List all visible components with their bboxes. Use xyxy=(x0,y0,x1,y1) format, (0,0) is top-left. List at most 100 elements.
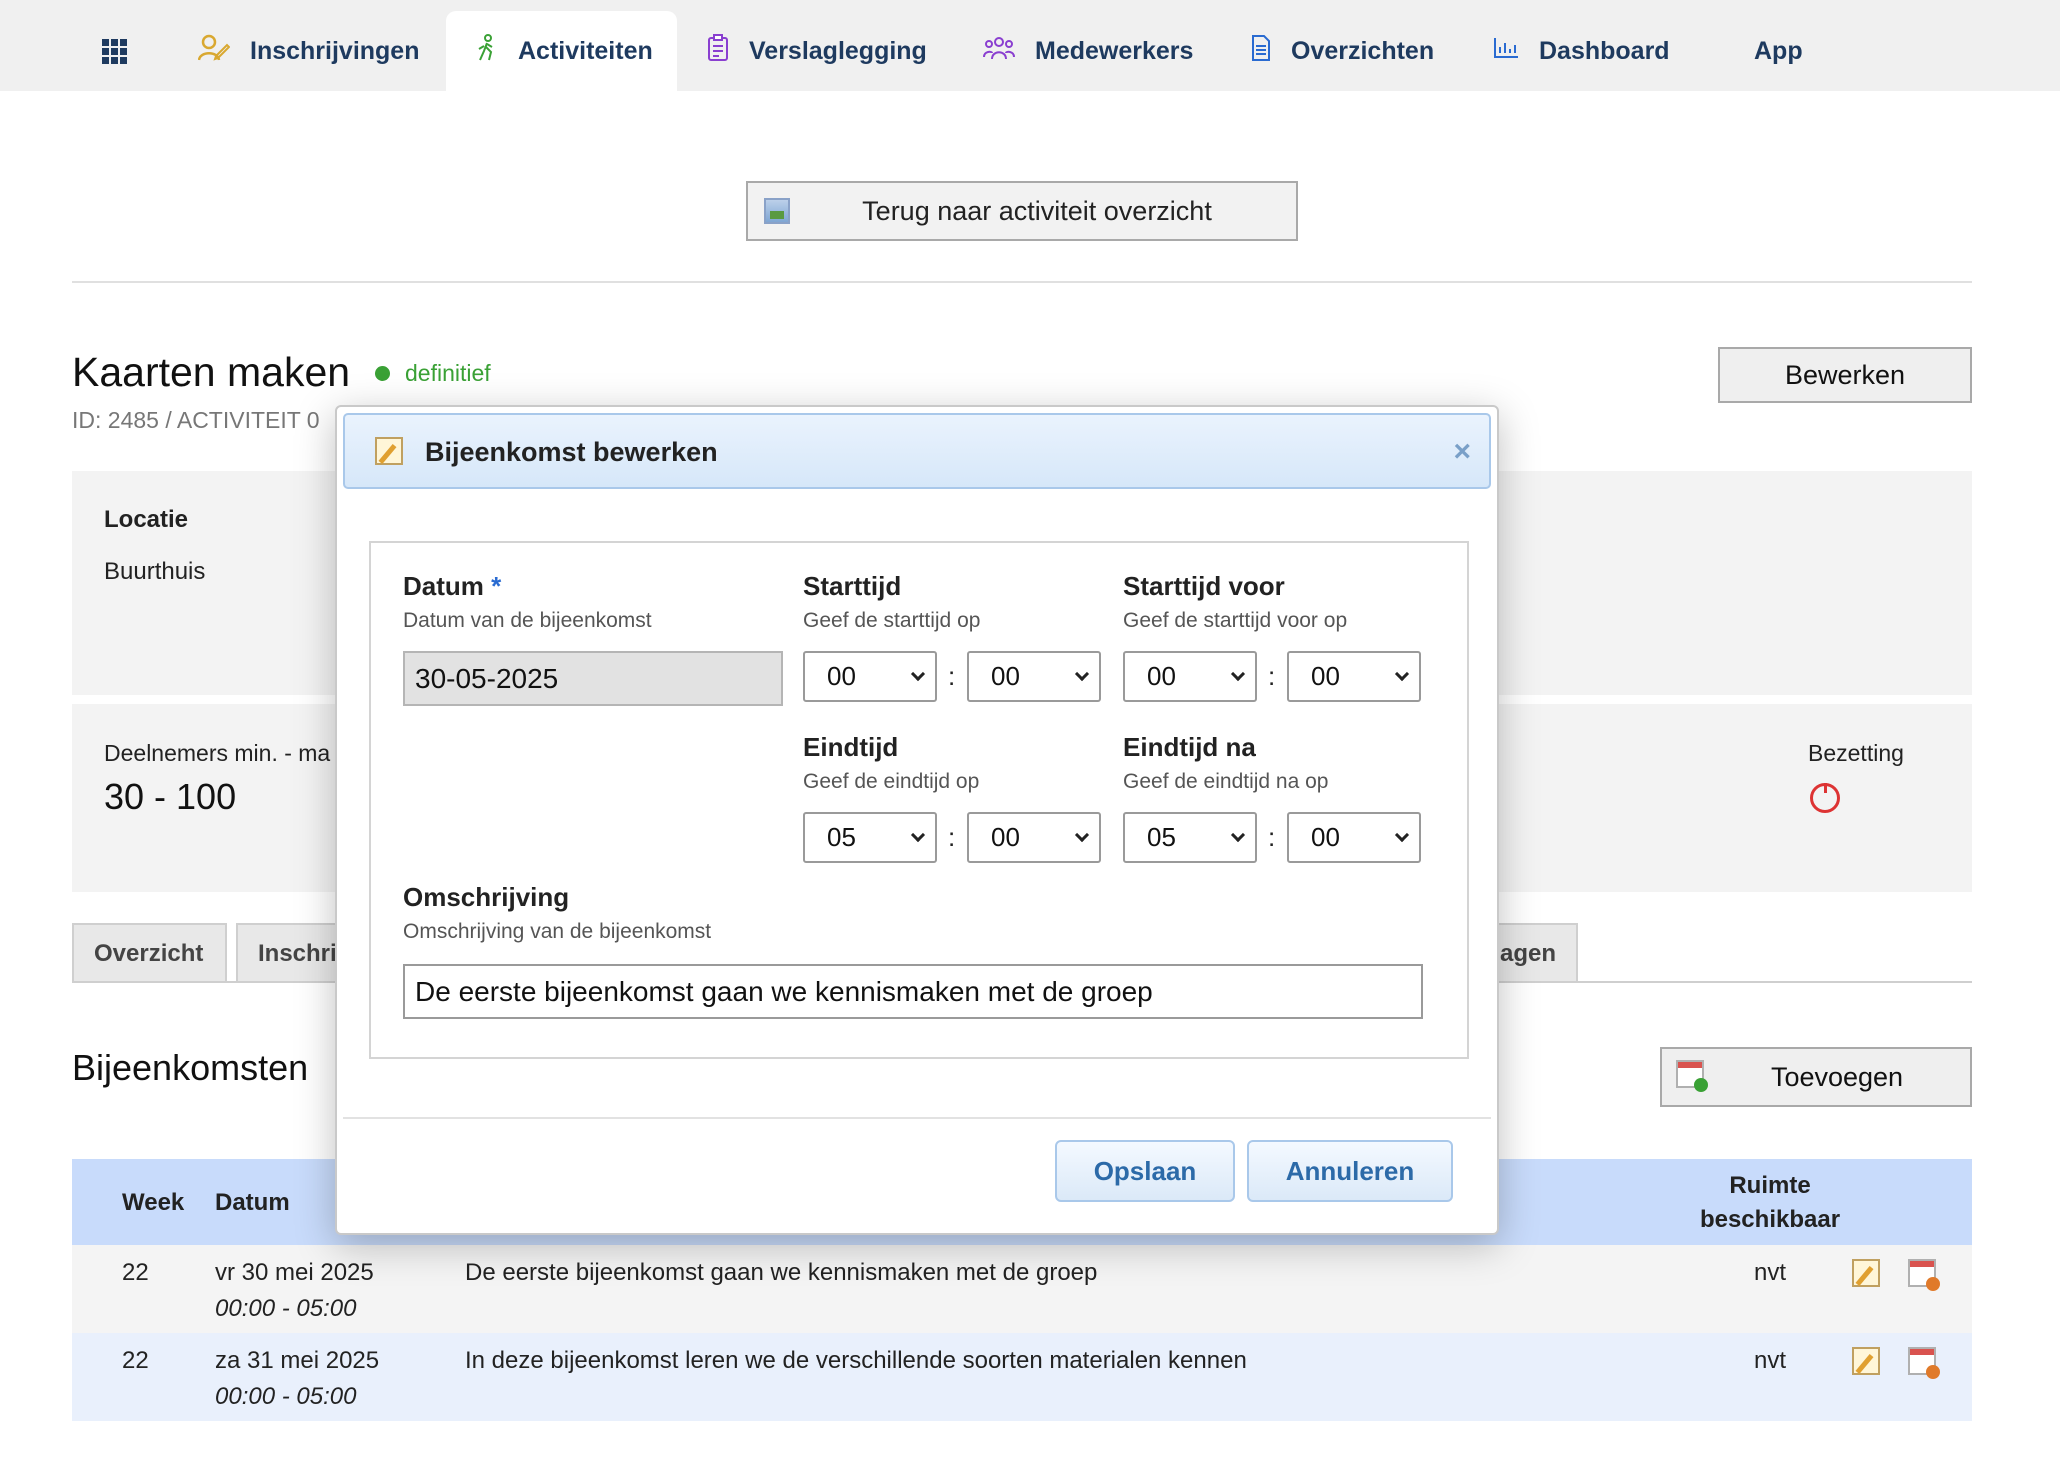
table-row: 22 vr 30 mei 2025 00:00 - 05:00 De eerst… xyxy=(72,1245,1972,1333)
chevron-down-icon xyxy=(1074,666,1090,682)
start-before-hour-select[interactable]: 00 xyxy=(1123,651,1257,702)
status-badge: definitief xyxy=(375,360,491,387)
dialog-header: Bijeenkomst bewerken × xyxy=(343,413,1491,489)
edit-meeting-icon[interactable] xyxy=(1852,1259,1880,1287)
status-dot-icon xyxy=(375,366,390,381)
edit-note-icon xyxy=(375,437,403,465)
participants-label: Deelnemers min. - ma xyxy=(104,740,331,766)
end-after-hint: Geef de eindtijd na op xyxy=(1123,770,1329,793)
end-time-label: Eindtijd xyxy=(803,732,899,762)
cell-description: In deze bijeenkomst leren we de verschil… xyxy=(465,1347,1247,1374)
chevron-down-icon xyxy=(1394,666,1410,682)
description-label: Omschrijving xyxy=(403,882,570,912)
nav-item-label: Activiteiten xyxy=(518,36,653,65)
occupancy-gauge-icon xyxy=(1810,783,1840,813)
page-title: Kaarten maken xyxy=(72,349,351,395)
cell-week: 22 xyxy=(122,1347,149,1374)
required-marker: * xyxy=(491,571,502,601)
back-to-overview-button[interactable]: Terug naar activiteit overzicht xyxy=(746,181,1298,241)
column-header-date: Datum xyxy=(215,1189,290,1216)
column-header-week: Week xyxy=(122,1189,185,1216)
cell-time: 00:00 - 05:00 xyxy=(215,1383,357,1410)
nav-item-verslaglegging[interactable]: Verslaglegging xyxy=(707,11,927,91)
meeting-form: Datum * Datum van de bijeenkomst 30-05-2… xyxy=(369,541,1469,1059)
save-button[interactable]: Opslaan xyxy=(1055,1140,1235,1202)
cell-description: De eerste bijeenkomst gaan we kennismake… xyxy=(465,1259,1098,1286)
edit-meeting-dialog: Bijeenkomst bewerken × Datum * Datum van… xyxy=(335,405,1499,1235)
start-hour-select[interactable]: 00 xyxy=(803,651,937,702)
cell-date: vr 30 mei 2025 xyxy=(215,1259,374,1286)
date-label: Datum * xyxy=(403,571,502,601)
end-after-hour-select[interactable]: 05 xyxy=(1123,812,1257,863)
cell-time: 00:00 - 05:00 xyxy=(215,1295,357,1322)
add-meeting-button[interactable]: Toevoegen xyxy=(1660,1047,1972,1107)
apps-menu-button[interactable] xyxy=(102,11,127,91)
edit-meeting-icon[interactable] xyxy=(1852,1347,1880,1375)
nav-item-inschrijvingen[interactable]: Inschrijvingen xyxy=(197,11,420,91)
time-separator: : xyxy=(948,661,956,691)
delete-meeting-icon[interactable] xyxy=(1908,1259,1940,1291)
occupancy-label: Bezetting xyxy=(1808,740,1904,766)
column-header-room: Ruimte beschikbaar xyxy=(1699,1172,1841,1233)
start-before-minute-select[interactable]: 00 xyxy=(1287,651,1421,702)
nav-item-label: Medewerkers xyxy=(1035,36,1194,65)
grid-icon xyxy=(102,38,127,64)
description-field[interactable]: De eerste bijeenkomst gaan we kennismake… xyxy=(403,964,1423,1019)
chevron-down-icon xyxy=(1394,827,1410,843)
chevron-down-icon xyxy=(910,827,926,843)
description-hint: Omschrijving van de bijeenkomst xyxy=(403,920,712,943)
nav-item-app[interactable]: App xyxy=(1754,11,1803,91)
time-separator: : xyxy=(1268,661,1276,691)
close-icon[interactable]: × xyxy=(1453,435,1471,469)
dialog-divider xyxy=(343,1117,1491,1119)
nav-item-label: Verslaglegging xyxy=(749,36,927,65)
nav-item-overzichten[interactable]: Overzichten xyxy=(1251,11,1434,91)
cell-date: za 31 mei 2025 xyxy=(215,1347,380,1374)
people-icon xyxy=(983,35,1015,68)
chart-icon xyxy=(1493,37,1519,66)
top-navigation: Inschrijvingen Activiteiten Verslagleggi… xyxy=(0,0,2060,91)
calendar-add-icon xyxy=(1676,1059,1708,1095)
activity-id: ID: 2485 / ACTIVITEIT 0 xyxy=(72,407,320,433)
participants-value: 30 - 100 xyxy=(104,776,237,817)
nav-item-label: Dashboard xyxy=(1539,36,1670,65)
edit-activity-button[interactable]: Bewerken xyxy=(1718,347,1972,403)
end-hour-select[interactable]: 05 xyxy=(803,812,937,863)
nav-item-medewerkers[interactable]: Medewerkers xyxy=(983,11,1193,91)
clipboard-icon xyxy=(707,33,729,69)
start-time-label: Starttijd xyxy=(803,571,902,601)
location-label: Locatie xyxy=(104,506,189,533)
tab-overzicht[interactable]: Overzicht xyxy=(72,923,227,983)
cell-room: nvt xyxy=(1753,1347,1786,1374)
nav-item-activiteiten[interactable]: Activiteiten xyxy=(446,11,677,91)
location-value: Buurthuis xyxy=(104,558,206,585)
time-separator: : xyxy=(948,822,956,852)
nav-item-label: Inschrijvingen xyxy=(250,36,420,65)
chevron-down-icon xyxy=(1230,666,1246,682)
chevron-down-icon xyxy=(910,666,926,682)
walking-icon xyxy=(476,33,498,69)
cell-week: 22 xyxy=(122,1259,149,1286)
end-after-label: Eindtijd na xyxy=(1123,732,1256,762)
date-field[interactable]: 30-05-2025 xyxy=(403,651,783,706)
end-minute-select[interactable]: 00 xyxy=(967,812,1101,863)
start-before-label: Starttijd voor xyxy=(1123,571,1285,601)
nav-item-label: App xyxy=(1754,36,1803,65)
document-icon xyxy=(1251,34,1271,68)
start-time-hint: Geef de starttijd op xyxy=(803,609,981,632)
table-row: 22 za 31 mei 2025 00:00 - 05:00 In deze … xyxy=(72,1333,1972,1421)
nav-item-dashboard[interactable]: Dashboard xyxy=(1493,11,1670,91)
cancel-button[interactable]: Annuleren xyxy=(1247,1140,1453,1202)
divider xyxy=(72,281,1972,283)
section-title: Bijeenkomsten xyxy=(72,1047,309,1088)
start-minute-select[interactable]: 00 xyxy=(967,651,1101,702)
time-separator: : xyxy=(1268,822,1276,852)
date-hint: Datum van de bijeenkomst xyxy=(403,609,652,632)
nav-item-label: Overzichten xyxy=(1291,36,1435,65)
start-before-hint: Geef de starttijd voor op xyxy=(1123,609,1348,632)
signup-icon xyxy=(197,34,231,69)
end-after-minute-select[interactable]: 00 xyxy=(1287,812,1421,863)
chevron-down-icon xyxy=(1074,827,1090,843)
delete-meeting-icon[interactable] xyxy=(1908,1347,1940,1379)
dialog-title: Bijeenkomst bewerken xyxy=(425,437,718,467)
